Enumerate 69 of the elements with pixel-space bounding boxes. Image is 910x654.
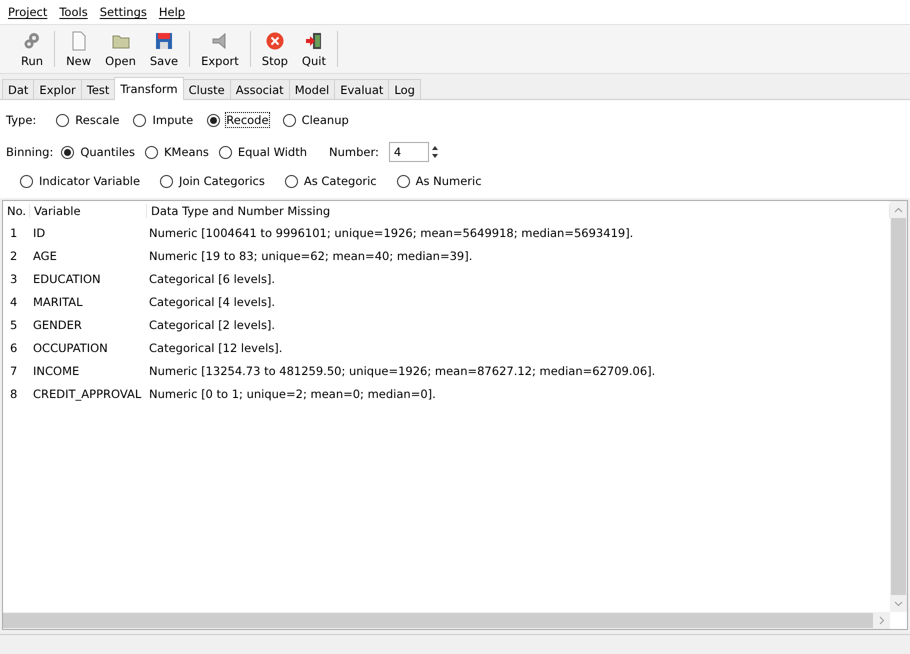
- table-cell-text: 4: [9, 294, 18, 308]
- toolbar-button[interactable]: Run: [14, 28, 50, 70]
- table-cell-text: 7: [9, 364, 18, 378]
- table-cell-text: Numeric [1004641 to 9996101; unique=1926; mean=5649918; median=5693419].: [148, 226, 634, 240]
- radio-option[interactable]: KMeans: [142, 144, 211, 160]
- radio-option[interactable]: As Categoric: [282, 173, 379, 189]
- tab[interactable]: Associat: [230, 79, 290, 99]
- table-cell-text: 1: [9, 226, 18, 240]
- menu-item[interactable]: Tools: [53, 3, 94, 21]
- horizontal-scrollbar[interactable]: [3, 612, 890, 629]
- scroll-up-icon[interactable]: [894, 206, 903, 212]
- table-cell-text: INCOME: [32, 364, 80, 378]
- type-label: Type:: [6, 113, 36, 127]
- table-cell-text: Numeric [19 to 83; unique=62; mean=40; median=39].: [148, 248, 474, 262]
- table-cell-text: 2: [9, 248, 18, 262]
- binning-label: Binning:: [6, 145, 54, 159]
- table-cell-text: 6: [9, 340, 18, 354]
- number-field[interactable]: 4: [388, 142, 429, 162]
- table-cell-text: ID: [32, 226, 46, 240]
- table-cell-text: Categorical [6 levels].: [148, 272, 276, 286]
- table-cell-text: GENDER: [32, 318, 83, 332]
- radio-option[interactable]: Cleanup: [280, 112, 351, 128]
- table-cell-text: Categorical [4 levels].: [148, 294, 276, 308]
- table-cell-text: OCCUPATION: [32, 340, 109, 354]
- table-cell-text: 8: [9, 386, 18, 400]
- toolbar-button[interactable]: Save: [142, 28, 186, 70]
- table-cell-text: AGE: [32, 248, 58, 262]
- menu-item[interactable]: Settings: [94, 3, 153, 21]
- column-header[interactable]: No.: [3, 204, 30, 218]
- vertical-scrollbar[interactable]: [890, 201, 907, 612]
- radio-option[interactable]: Indicator Variable: [18, 173, 142, 189]
- toolbar-button[interactable]: Stop: [254, 28, 295, 70]
- radio-option[interactable]: Join Categorics: [158, 173, 267, 189]
- table-cell-text: Categorical [12 levels].: [148, 340, 284, 354]
- table-cell-text: CREDIT_APPROVAL: [32, 386, 142, 400]
- tab[interactable]: Log: [388, 79, 421, 99]
- radio-option[interactable]: Rescale: [54, 112, 122, 128]
- scroll-right-icon[interactable]: [878, 616, 884, 625]
- toolbar-button[interactable]: Open: [98, 28, 143, 70]
- table-cell-text: EDUCATION: [32, 272, 102, 286]
- scroll-down-icon[interactable]: [894, 600, 903, 606]
- radio-option[interactable]: As Numeric: [394, 173, 484, 189]
- stop-icon: [264, 30, 285, 50]
- toolbar-button[interactable]: New: [59, 28, 98, 70]
- toolbar-button[interactable]: Quit: [294, 28, 333, 70]
- menu-item[interactable]: Project: [2, 3, 54, 21]
- tab[interactable]: Cluste: [182, 79, 231, 99]
- tab[interactable]: Transform: [114, 77, 184, 100]
- radio-option[interactable]: Impute: [131, 112, 196, 128]
- toolbar-button[interactable]: Export: [194, 28, 246, 70]
- tab[interactable]: Test: [80, 79, 116, 99]
- radio-option[interactable]: Equal Width: [216, 144, 310, 160]
- radio-option[interactable]: Quantiles: [59, 144, 137, 160]
- floppy-icon: [154, 30, 174, 50]
- table-cell-text: Numeric [13254.73 to 481259.50; unique=1926; mean=87627.12; median=62709.06].: [148, 364, 656, 378]
- exit-door-icon: [304, 30, 324, 50]
- table-cell-text: MARITAL: [32, 294, 84, 308]
- column-header[interactable]: Variable: [30, 204, 147, 218]
- number-label: Number:: [329, 145, 379, 159]
- tab[interactable]: Evaluat: [334, 79, 390, 99]
- table-cell-text: Numeric [0 to 1; unique=2; mean=0; median=0].: [148, 386, 437, 400]
- tab[interactable]: Explor: [33, 79, 82, 99]
- table-cell-text: Categorical [2 levels].: [148, 318, 276, 332]
- tab[interactable]: Dat: [2, 79, 34, 99]
- table-cell-text: 5: [9, 318, 18, 332]
- tab[interactable]: Model: [288, 79, 336, 99]
- menu-item[interactable]: Help: [152, 3, 192, 21]
- table-cell-text: 3: [9, 272, 18, 286]
- radio-option[interactable]: Recode: [205, 112, 271, 128]
